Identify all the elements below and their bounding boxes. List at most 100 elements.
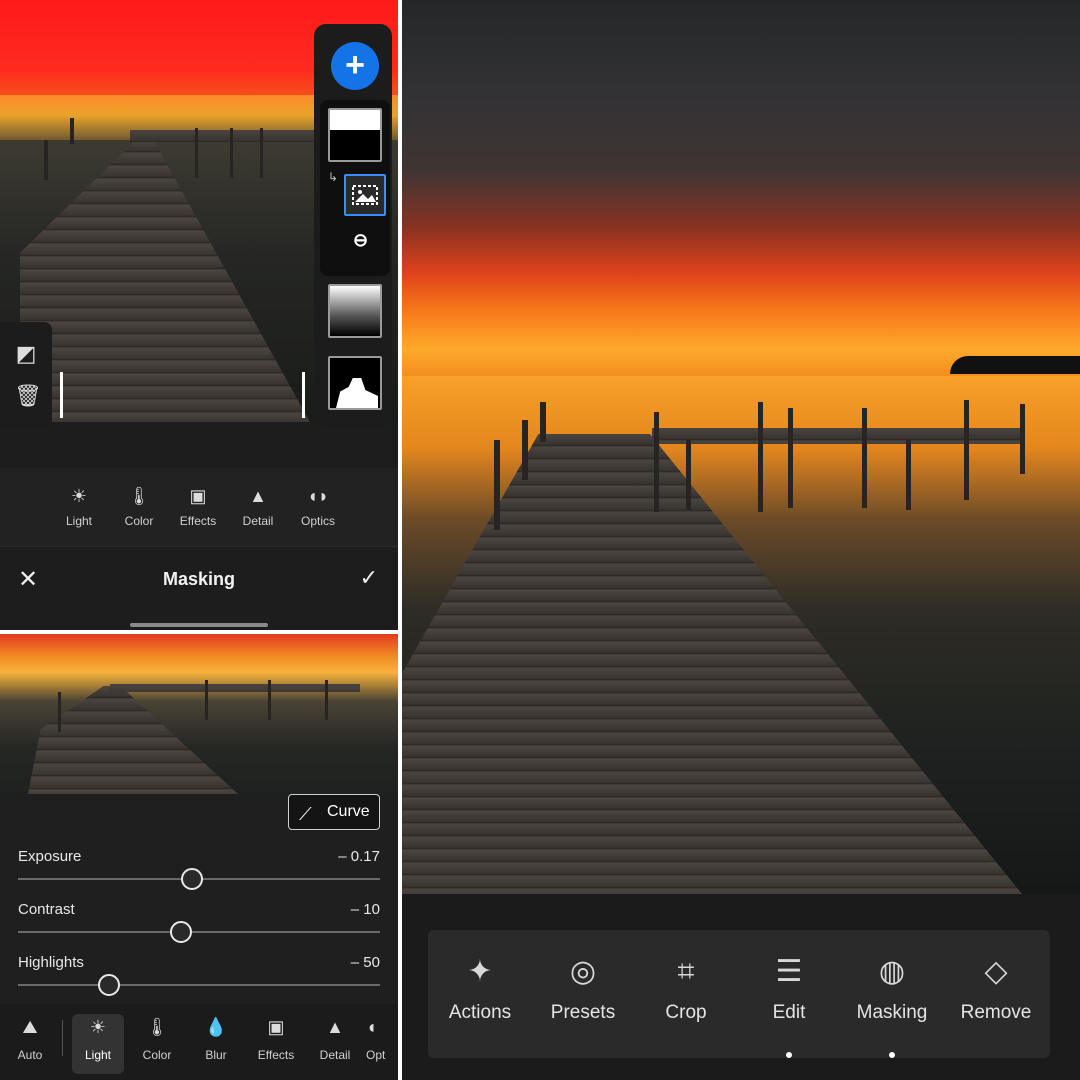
tab-color[interactable]: 🌡 Color	[131, 1014, 183, 1074]
invert-mask-icon[interactable]: ◩	[14, 342, 38, 366]
auto-icon: ⛰	[22, 1017, 38, 1037]
edited-preview-photo[interactable]	[0, 634, 398, 794]
pier-post	[654, 412, 659, 512]
pier-side	[130, 130, 314, 142]
tool-label: Edit	[772, 1002, 806, 1023]
trash-icon[interactable]: 🗑	[14, 384, 42, 408]
masking-button[interactable]: ◍ Masking	[842, 952, 942, 1024]
eraser-icon: ◇	[984, 955, 1008, 988]
pier-post	[964, 400, 969, 500]
adjustment-tabs: ☀ Light 🌡 Color ▣ Effects ▲ Detail ◖◗ Op…	[0, 468, 398, 546]
masking-header: ✕ Masking ✓	[0, 546, 398, 630]
tab-detail[interactable]: ▲ Detail	[309, 1014, 361, 1074]
tab-label: Detail	[242, 514, 274, 528]
detail-icon: ▲	[249, 486, 267, 506]
pier-post	[494, 440, 500, 530]
tab-label: Color	[142, 1048, 172, 1062]
presets-icon: ◎	[569, 955, 597, 988]
presets-button[interactable]: ◎ Presets	[533, 952, 633, 1024]
contrast-slider[interactable]	[18, 931, 380, 933]
sky	[402, 0, 1080, 380]
pier-post	[260, 128, 263, 178]
blur-icon: 💧	[204, 1017, 228, 1037]
pier-post	[44, 140, 48, 180]
pier-side	[110, 684, 360, 692]
remove-button[interactable]: ◇ Remove	[946, 952, 1046, 1024]
tab-effects[interactable]: ▣ Effects	[250, 1014, 302, 1074]
separator	[62, 1020, 63, 1056]
mask-thumbnail-subject[interactable]	[328, 356, 382, 410]
thermometer-icon: 🌡	[145, 1017, 169, 1037]
tab-optics[interactable]: ◖ Opt	[366, 1014, 398, 1074]
tab-color[interactable]: 🌡 Color	[109, 484, 169, 528]
add-mask-button[interactable]: +	[331, 42, 379, 90]
pier-post	[205, 680, 208, 720]
pier-post	[325, 680, 328, 720]
confirm-button[interactable]: ✓	[360, 565, 378, 591]
mask-group: ↳ ⊖	[320, 100, 390, 276]
mask-range-left[interactable]	[60, 372, 63, 418]
detail-icon: ▲	[326, 1017, 344, 1037]
highlights-slider-thumb[interactable]	[97, 974, 120, 996]
tab-label: Auto	[17, 1048, 43, 1062]
tab-detail[interactable]: ▲ Detail	[228, 484, 288, 528]
right-phone-panel: ✦ Actions ◎ Presets ⌗ Crop ☰ Edit ◍ Mask…	[402, 0, 1080, 1080]
highlights-label: Highlights	[18, 954, 84, 971]
optics-icon: ◖	[366, 1017, 377, 1037]
contrast-label: Contrast	[18, 901, 75, 918]
pier-post	[1020, 404, 1025, 474]
curve-label: Curve	[327, 803, 370, 820]
crop-icon: ⌗	[677, 955, 695, 988]
pier-post	[522, 420, 528, 480]
masking-icon: ◍	[878, 955, 906, 988]
tab-label: Optics	[300, 514, 335, 528]
tab-label: Detail	[319, 1048, 351, 1062]
exposure-label: Exposure	[18, 848, 82, 865]
pier-post	[540, 402, 546, 442]
mask-range-right[interactable]	[302, 372, 305, 418]
tab-blur[interactable]: 💧 Blur	[190, 1014, 242, 1074]
highlights-slider[interactable]	[18, 984, 380, 986]
pier-post	[230, 128, 233, 178]
curve-icon: ⟋	[299, 804, 312, 824]
masking-title: Masking	[162, 569, 236, 589]
tab-label: Light	[65, 514, 93, 528]
mask-thumbnail-selected[interactable]	[344, 174, 386, 216]
tab-effects[interactable]: ▣ Effects	[168, 484, 228, 528]
tab-optics[interactable]: ◖◗ Optics	[288, 484, 348, 528]
bottom-adjustment-tabs: ⛰ Auto ☀ Light 🌡 Color 💧 Blur ▣ Effects …	[0, 1004, 398, 1080]
home-indicator[interactable]	[130, 623, 268, 627]
pier-post	[862, 408, 867, 508]
pier-post	[268, 680, 271, 720]
pier-post	[686, 440, 691, 510]
edit-indicator-dot	[786, 1052, 792, 1058]
light-adjustments: ⟋ Curve Exposure – 0.17 Contrast – 10 Hi…	[0, 794, 398, 1004]
main-toolbar: ✦ Actions ◎ Presets ⌗ Crop ☰ Edit ◍ Mask…	[428, 930, 1050, 1058]
pier-post	[195, 128, 198, 178]
distant-shore	[950, 356, 1080, 374]
tab-label: Opt	[366, 1048, 386, 1062]
mask-thumbnail-gradient[interactable]	[328, 284, 382, 338]
tab-label: Color	[124, 514, 154, 528]
pier-post	[906, 440, 911, 510]
main-photo[interactable]	[402, 0, 1080, 894]
exposure-value: – 0.17	[338, 848, 380, 865]
thermometer-icon: 🌡	[127, 486, 151, 506]
exposure-slider-thumb[interactable]	[180, 868, 203, 890]
tool-label: Actions	[448, 1002, 512, 1023]
tab-light[interactable]: ☀ Light	[49, 484, 109, 528]
mask-thumbnail-sky[interactable]	[328, 108, 382, 162]
actions-button[interactable]: ✦ Actions	[430, 952, 530, 1024]
tab-light[interactable]: ☀ Light	[72, 1014, 124, 1074]
contrast-slider-thumb[interactable]	[169, 921, 192, 943]
edit-button[interactable]: ☰ Edit	[739, 952, 839, 1024]
subtract-arrow-icon: ↳	[328, 170, 339, 184]
tab-label: Effects	[257, 1048, 295, 1062]
crop-button[interactable]: ⌗ Crop	[636, 952, 736, 1024]
tool-label: Presets	[550, 1002, 616, 1023]
tab-auto[interactable]: ⛰ Auto	[4, 1014, 56, 1074]
curve-button[interactable]: ⟋ Curve	[288, 794, 380, 830]
pier-post	[758, 402, 763, 512]
subtract-mask-icon[interactable]: ⊖	[353, 230, 379, 256]
mask-tools: ◩ 🗑	[0, 322, 52, 428]
